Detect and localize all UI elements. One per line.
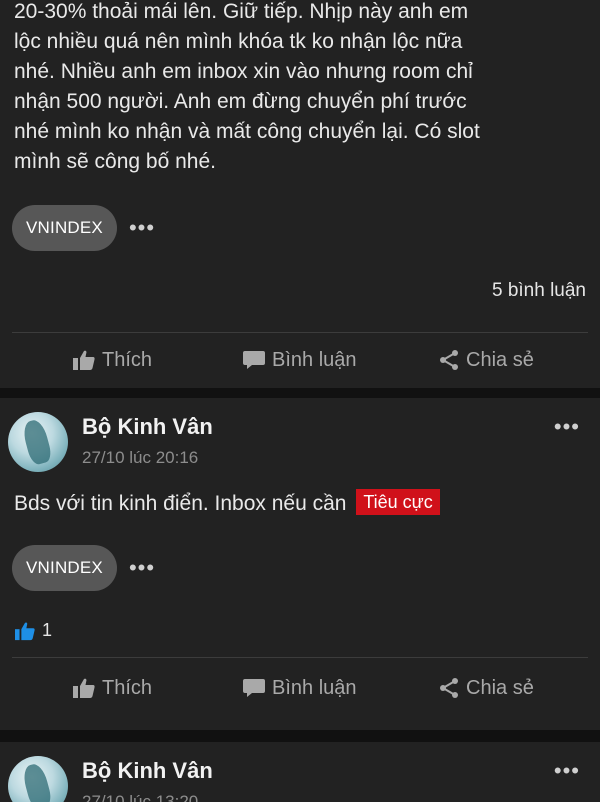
like-count: 1 [42, 620, 53, 640]
sentiment-badge: Tiêu cực [356, 489, 440, 515]
tag-row: VNINDEX ••• [12, 545, 155, 591]
tag-more-button[interactable]: ••• [129, 217, 155, 239]
author-name[interactable]: Bộ Kinh Vân [82, 758, 213, 784]
avatar[interactable] [8, 412, 68, 472]
like-label: Thích [102, 676, 153, 699]
comment-icon [243, 679, 265, 697]
divider [12, 657, 588, 658]
divider [12, 332, 588, 333]
comments-count[interactable]: 5 bình luận [492, 280, 586, 302]
like-button[interactable]: Thích [72, 349, 152, 372]
like-button[interactable]: Thích [72, 677, 152, 700]
post-card: Bộ Kinh Vân 27/10 lúc 20:16 ••• Bds với … [0, 398, 600, 730]
comment-label: Bình luận [272, 348, 357, 371]
share-icon [440, 350, 458, 370]
post-header: Bộ Kinh Vân 27/10 lúc 20:16 ••• [0, 398, 600, 478]
avatar[interactable] [8, 756, 68, 802]
comment-label: Bình luận [272, 676, 357, 699]
thumbs-up-icon [73, 350, 95, 370]
post-card: Bộ Kinh Vân 27/10 lúc 13:20 ••• [0, 742, 600, 802]
share-label: Chia sẻ [466, 348, 534, 371]
comment-button[interactable]: Bình luận [242, 677, 357, 700]
author-name[interactable]: Bộ Kinh Vân [82, 414, 213, 440]
post-text: Bds với tin kinh điển. Inbox nếu cần Tiê… [0, 489, 600, 519]
like-summary[interactable]: 1 [14, 620, 52, 641]
post-body: Bds với tin kinh điển. Inbox nếu cần [14, 492, 347, 515]
action-bar: Thích Bình luận Chia sẻ [0, 340, 600, 380]
thumbs-up-icon [73, 678, 95, 698]
post-timestamp: 27/10 lúc 20:16 [82, 448, 199, 467]
post-more-button[interactable]: ••• [554, 758, 580, 784]
tag-vnindex[interactable]: VNINDEX [12, 205, 117, 251]
share-icon [440, 678, 458, 698]
tag-more-button[interactable]: ••• [129, 557, 155, 579]
share-button[interactable]: Chia sẻ [438, 349, 534, 372]
share-button[interactable]: Chia sẻ [438, 677, 534, 700]
share-label: Chia sẻ [466, 676, 534, 699]
tag-row: VNINDEX ••• [12, 205, 155, 251]
post-text: 20-30% thoải mái lên. Giữ tiếp. Nhịp này… [14, 0, 480, 173]
like-label: Thích [102, 348, 153, 371]
action-bar: Thích Bình luận Chia sẻ [0, 668, 600, 708]
tag-vnindex[interactable]: VNINDEX [12, 545, 117, 591]
post-more-button[interactable]: ••• [554, 414, 580, 440]
thumbs-up-icon [15, 622, 35, 640]
comment-button[interactable]: Bình luận [242, 349, 357, 372]
post-header: Bộ Kinh Vân 27/10 lúc 13:20 ••• [0, 742, 600, 802]
post-timestamp: 27/10 lúc 13:20 [82, 792, 199, 802]
comment-icon [243, 351, 265, 369]
post-card: 20-30% thoải mái lên. Giữ tiếp. Nhịp này… [0, 0, 600, 388]
